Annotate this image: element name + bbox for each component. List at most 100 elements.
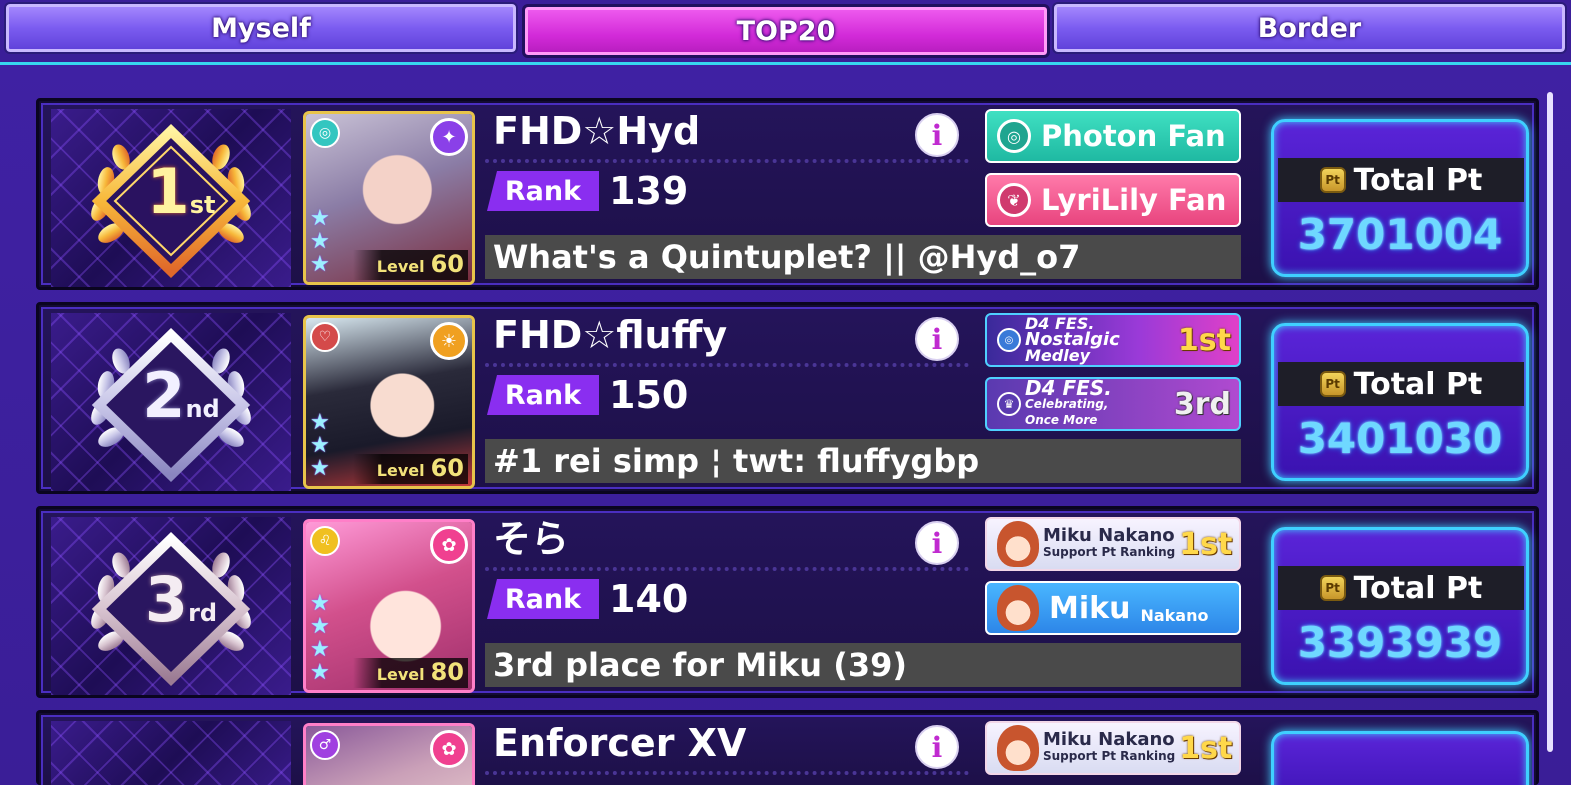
tab-myself[interactable]: Myself <box>4 2 518 54</box>
badge-text: Miku Nakano Support Pt Ranking <box>1043 729 1175 764</box>
rank-medal-gold: 1 st <box>51 109 291 287</box>
divider <box>485 159 969 163</box>
event-point-icon: Pt <box>1319 575 1346 601</box>
info-button[interactable]: i <box>915 521 959 565</box>
rarity-stars: ★ ★ ★ <box>310 412 330 480</box>
total-points-value: 3701004 <box>1297 210 1503 259</box>
title-badge-miku-nakano: Miku Nakano <box>985 581 1241 635</box>
info-button[interactable]: i <box>915 725 959 769</box>
title-badge-miku-support-ranking: Miku Nakano Support Pt Ranking 1st <box>985 721 1241 775</box>
title-badge-d4fes-celebrating: ♛ D4 FES. Celebrating, Once More 3rd <box>985 377 1241 431</box>
scrollbar[interactable] <box>1547 92 1553 752</box>
photon-icon: ◎ <box>997 119 1031 153</box>
row-background: 1 st ◎ ✦ ★ ★ ★ Level 60 FHD☆Hyd i Rank 1… <box>41 103 1534 287</box>
player-name: Enforcer XV <box>493 721 747 765</box>
star-icon: ★ <box>310 206 330 231</box>
place-number: 3 <box>144 563 189 636</box>
badge-label: LyriLily Fan <box>1041 183 1227 217</box>
total-points-box <box>1271 731 1529 785</box>
info-button[interactable]: i <box>915 317 959 361</box>
divider <box>485 567 969 571</box>
lyrilily-icon: ❦ <box>997 183 1031 217</box>
row-background: 3 rd ♌ ✿ ★ ★ ★ ★ Level 80 そら i Rank 140 … <box>41 511 1534 695</box>
tab-top20[interactable]: TOP20 <box>522 4 1050 58</box>
place-suffix: nd <box>185 395 220 423</box>
player-comment: What's a Quintuplet? || @Hyd_o7 <box>485 235 1241 279</box>
badge-rank: 1st <box>1179 526 1233 562</box>
miku-chibi-icon <box>997 725 1039 771</box>
badge-subtitle-2: Once More <box>1025 413 1098 427</box>
total-points-box: Pt Total Pt 3701004 <box>1271 119 1529 277</box>
rank-medal-silver: 2 nd <box>51 313 291 491</box>
total-points-header: Pt Total Pt <box>1278 158 1524 202</box>
attribute-icon: ♡ <box>310 322 340 352</box>
badge-text: D4 FES. Celebrating, Once More <box>1025 379 1112 428</box>
rank-label: Rank <box>487 171 599 211</box>
badge-subtitle: Support Pt Ranking <box>1043 545 1176 559</box>
badge-rank: 3rd <box>1173 386 1231 422</box>
skill-type-icon: ✦ <box>430 118 468 156</box>
star-icon: ★ <box>310 456 330 481</box>
level-value: 60 <box>430 250 464 278</box>
total-points-box: Pt Total Pt 3393939 <box>1271 527 1529 685</box>
card-level: Level 80 <box>352 658 468 688</box>
leader-card[interactable]: ♌ ✿ ★ ★ ★ ★ Level 80 <box>303 519 475 693</box>
level-value: 80 <box>430 658 464 686</box>
ranking-row[interactable]: ♂ ✿ Enforcer XV i Miku Nakano Support Pt… <box>36 710 1539 785</box>
rarity-stars: ★ ★ ★ <box>310 208 330 276</box>
rank-medal-bronze: 3 rd <box>51 517 291 695</box>
badge-text: D4 FES. Nostalgic Medley <box>1025 316 1120 364</box>
rank-medal <box>51 721 291 785</box>
ranking-screen: Myself TOP20 Border 1 st ◎ ✦ ★ ★ ★ Level… <box>0 0 1571 785</box>
rank-label: Rank <box>487 375 599 415</box>
ranking-row[interactable]: 1 st ◎ ✦ ★ ★ ★ Level 60 FHD☆Hyd i Rank 1… <box>36 98 1539 290</box>
divider <box>485 771 969 775</box>
leader-card[interactable]: ♂ ✿ <box>303 723 475 785</box>
row-background: ♂ ✿ Enforcer XV i Miku Nakano Support Pt… <box>41 715 1534 785</box>
miku-chibi-icon <box>997 521 1039 567</box>
title-badge-miku-support-ranking: Miku Nakano Support Pt Ranking 1st <box>985 517 1241 571</box>
attribute-icon: ◎ <box>310 118 340 148</box>
badge-title: Miku Nakano <box>1043 525 1175 546</box>
star-icon: ★ <box>310 637 330 662</box>
star-icon: ★ <box>310 591 330 616</box>
event-point-icon: Pt <box>1319 167 1346 193</box>
star-icon: ★ <box>310 229 330 254</box>
ranking-row[interactable]: 3 rd ♌ ✿ ★ ★ ★ ★ Level 80 そら i Rank 140 … <box>36 506 1539 698</box>
badge-rank: 1st <box>1179 730 1233 766</box>
info-button[interactable]: i <box>915 113 959 157</box>
ranking-row[interactable]: 2 nd ♡ ☀ ★ ★ ★ Level 60 FHD☆fluffy i Ran… <box>36 302 1539 494</box>
attribute-icon: ♌ <box>310 526 340 556</box>
rank-label: Rank <box>487 579 599 619</box>
skill-type-icon: ✿ <box>430 730 468 768</box>
player-comment: 3rd place for Miku (39) <box>485 643 1241 687</box>
badge-text: Miku Nakano Support Pt Ranking <box>1043 525 1176 560</box>
star-icon: ★ <box>310 252 330 277</box>
badge-subtitle-2: Medley <box>1025 346 1090 365</box>
badge-subtitle: Nakano <box>1140 606 1209 625</box>
total-points-box: Pt Total Pt 3401030 <box>1271 323 1529 481</box>
level-label: Level <box>376 461 425 480</box>
player-rank: 150 <box>609 373 689 417</box>
level-label: Level <box>376 665 425 684</box>
player-name: FHD☆fluffy <box>493 313 728 357</box>
star-icon: ★ <box>310 614 330 639</box>
star-icon: ★ <box>310 410 330 435</box>
player-name: FHD☆Hyd <box>493 109 701 153</box>
total-points-value: 3393939 <box>1297 618 1503 667</box>
player-name: そら <box>493 517 570 561</box>
event-point-icon: Pt <box>1319 371 1346 397</box>
leader-card[interactable]: ◎ ✦ ★ ★ ★ Level 60 <box>303 111 475 285</box>
level-label: Level <box>376 257 425 276</box>
place-number: 2 <box>142 359 186 432</box>
tab-border[interactable]: Border <box>1052 2 1567 54</box>
player-rank: 139 <box>609 169 689 213</box>
fes-icon: ◎ <box>997 328 1021 352</box>
attribute-icon: ♂ <box>310 730 340 760</box>
total-points-label: Total Pt <box>1353 366 1483 402</box>
badge-title: Miku Nakano <box>1043 729 1175 750</box>
miku-chibi-icon <box>997 585 1039 631</box>
leader-card[interactable]: ♡ ☀ ★ ★ ★ Level 60 <box>303 315 475 489</box>
total-points-header: Pt Total Pt <box>1278 566 1524 610</box>
badge-subtitle: Celebrating, <box>1025 397 1109 411</box>
